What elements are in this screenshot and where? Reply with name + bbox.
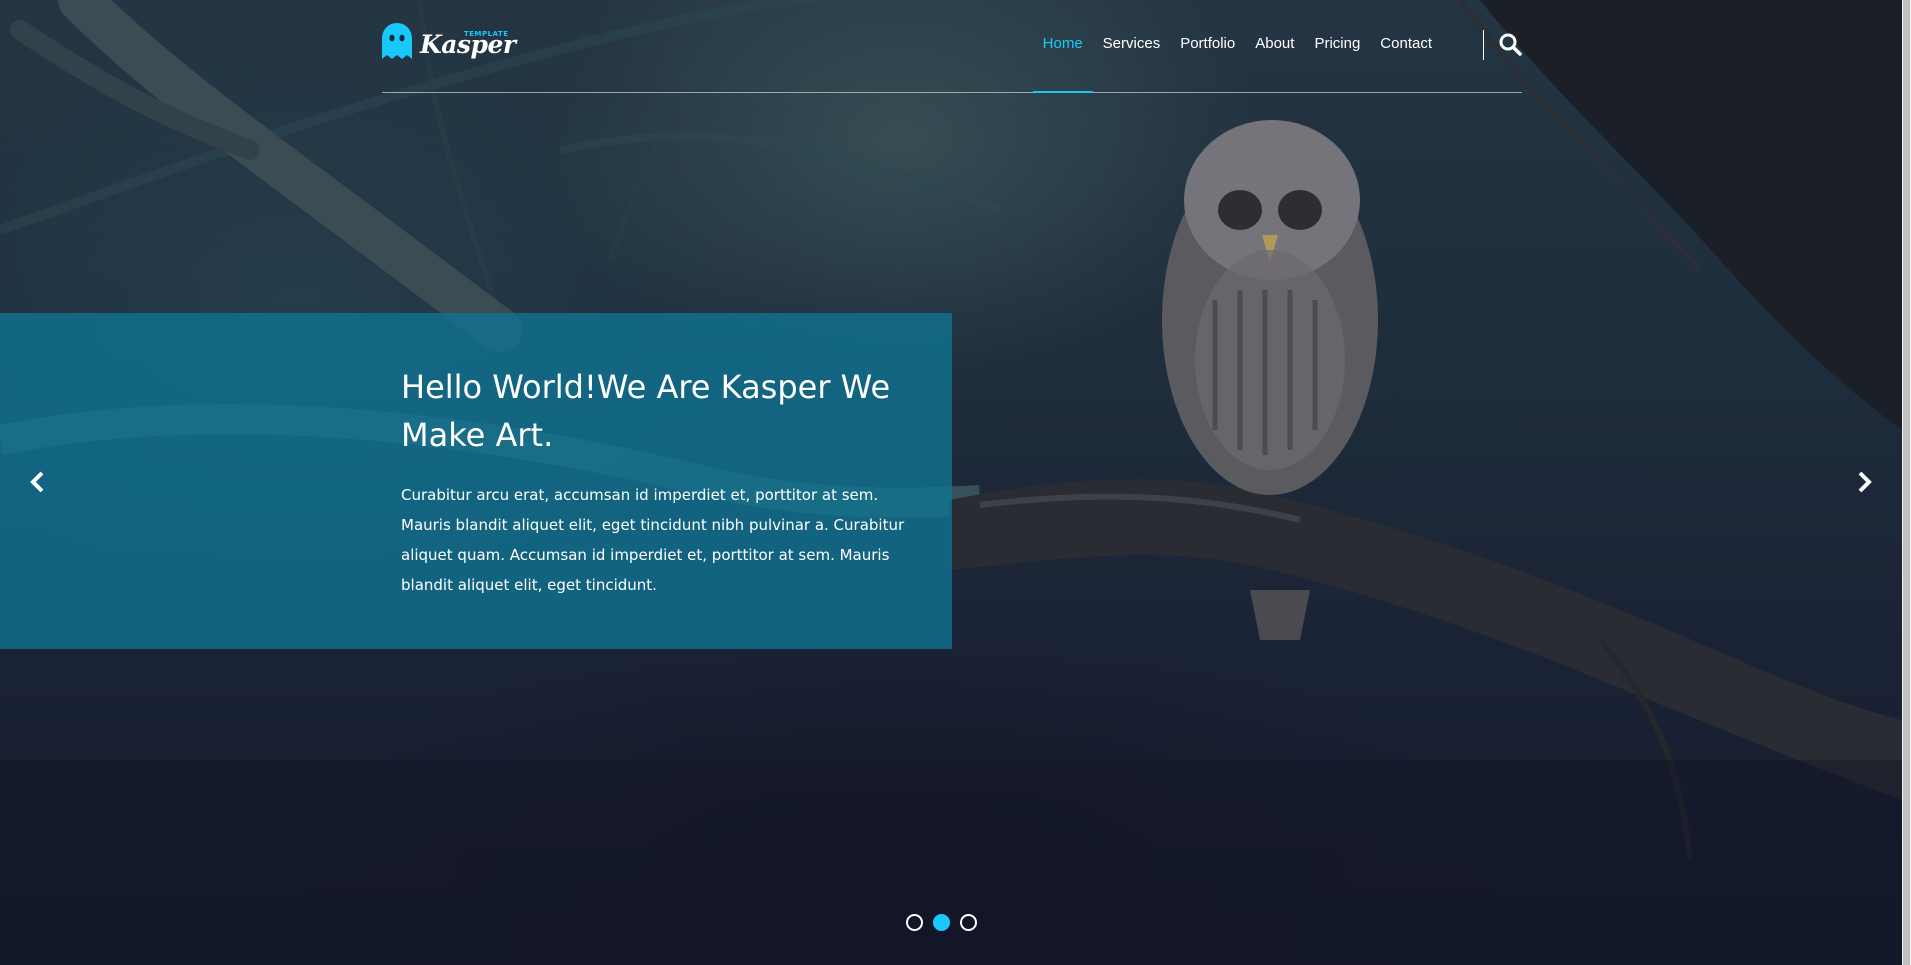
slider-pagination xyxy=(906,914,977,931)
page: Kasper TEMPLATE Home Services Portfolio … xyxy=(0,0,1911,965)
nav-item-services[interactable]: Services xyxy=(1093,0,1171,92)
chevron-right-icon xyxy=(1858,471,1872,493)
main-nav: Home Services Portfolio About Pricing Co… xyxy=(1032,0,1442,93)
prev-slide-button[interactable] xyxy=(26,470,50,494)
site-logo[interactable]: Kasper TEMPLATE xyxy=(382,22,516,64)
next-slide-button[interactable] xyxy=(1852,470,1876,494)
site-header: Kasper TEMPLATE Home Services Portfolio … xyxy=(382,0,1522,93)
slide-text: Curabitur arcu erat, accumsan id imperdi… xyxy=(401,486,905,594)
slider-bullet-2[interactable] xyxy=(933,914,950,931)
nav-divider xyxy=(1483,30,1484,60)
search-button[interactable] xyxy=(1498,32,1522,56)
nav-item-about[interactable]: About xyxy=(1245,0,1304,92)
scrollbar-thumb[interactable] xyxy=(1903,0,1910,965)
logo-tagline: TEMPLATE xyxy=(464,30,509,38)
nav-item-contact[interactable]: Contact xyxy=(1370,0,1442,92)
slider-bullet-3[interactable] xyxy=(960,914,977,931)
nav-item-home[interactable]: Home xyxy=(1032,0,1093,93)
page-scrollbar[interactable] xyxy=(1902,0,1911,965)
slide-caption-box: Hello World!We Are Kasper We Make Art. C… xyxy=(0,313,952,649)
chevron-left-icon xyxy=(30,471,44,493)
nav-item-pricing[interactable]: Pricing xyxy=(1304,0,1370,92)
slider-bullet-1[interactable] xyxy=(906,914,923,931)
ghost-icon xyxy=(382,23,412,59)
slide-title: Hello World!We Are Kasper We Make Art. xyxy=(401,368,891,454)
search-icon xyxy=(1499,33,1522,56)
nav-item-portfolio[interactable]: Portfolio xyxy=(1170,0,1245,92)
